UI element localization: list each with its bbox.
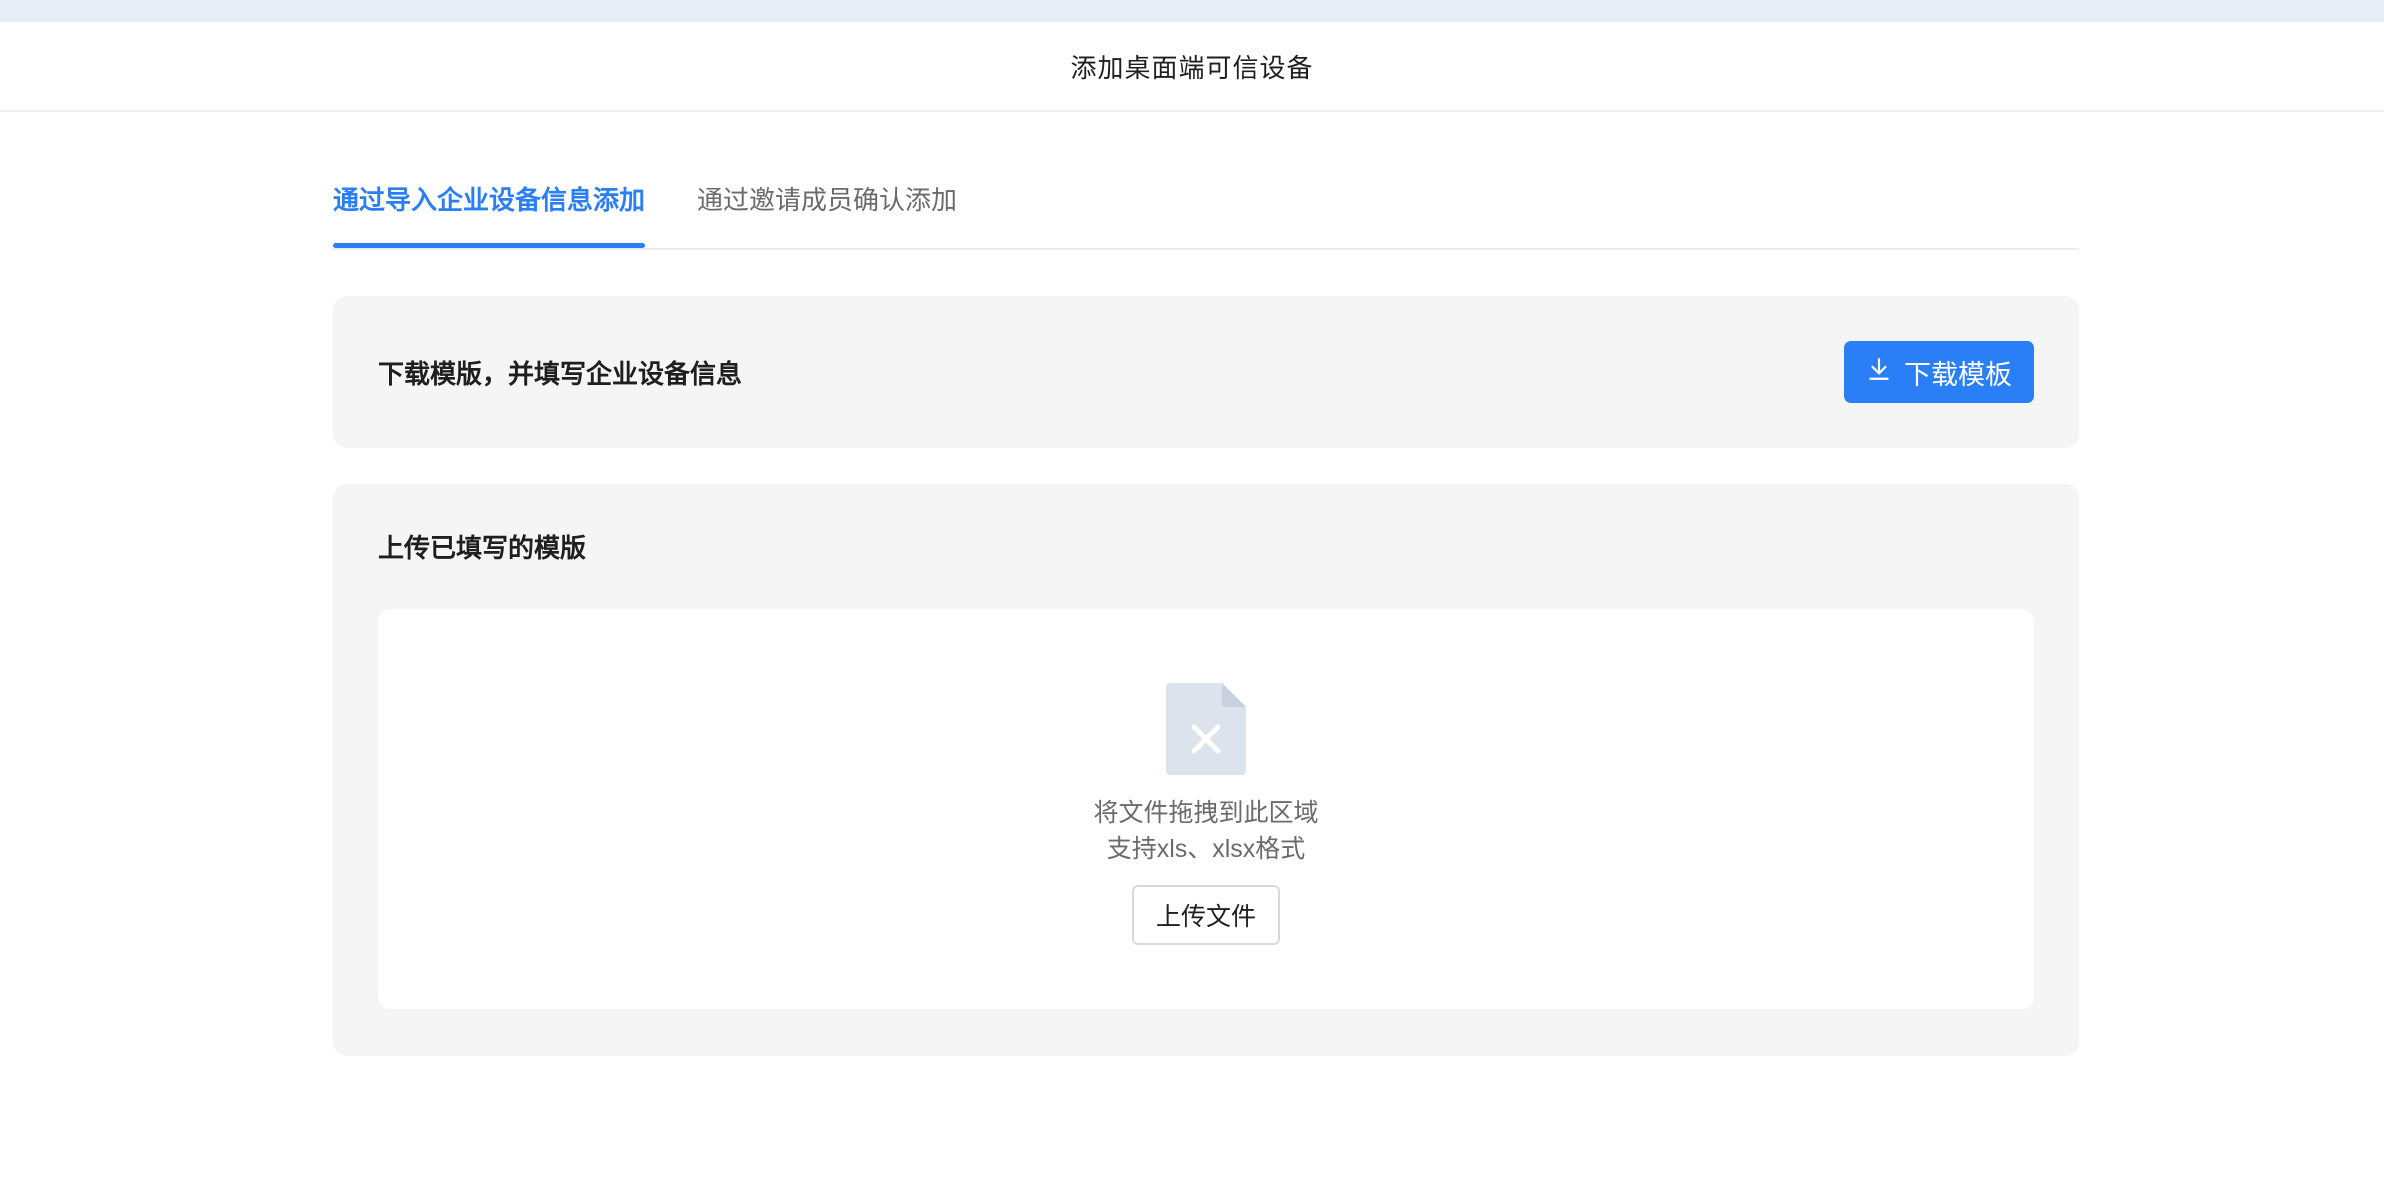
download-template-button[interactable]: 下载模板	[1844, 341, 2034, 403]
upload-template-card: 上传已填写的模版 将文件拖拽到此区域 支持xls、xlsx格式 上传文件	[333, 484, 2079, 1056]
main-content: 通过导入企业设备信息添加 通过邀请成员确认添加 下载模版，并填写企业设备信息 下…	[333, 150, 2079, 1056]
window-top-band	[0, 0, 2384, 22]
dialog-header: 添加桌面端可信设备	[0, 22, 2384, 112]
file-excel-icon	[1166, 683, 1246, 775]
drop-hint-text: 将文件拖拽到此区域	[1093, 799, 1319, 827]
supported-formats-text: 支持xls、xlsx格式	[1106, 835, 1306, 863]
page-title: 添加桌面端可信设备	[1070, 52, 1314, 83]
tab-import-device-info[interactable]: 通过导入企业设备信息添加	[333, 150, 646, 248]
file-drop-zone[interactable]: 将文件拖拽到此区域 支持xls、xlsx格式 上传文件	[378, 609, 2034, 1009]
upload-file-button[interactable]: 上传文件	[1131, 885, 1280, 945]
download-section-title: 下载模版，并填写企业设备信息	[378, 358, 743, 389]
upload-section-title: 上传已填写的模版	[378, 533, 587, 563]
download-template-card: 下载模版，并填写企业设备信息 下载模板	[333, 296, 2079, 448]
download-icon	[1866, 356, 1892, 389]
tab-invite-member-confirm[interactable]: 通过邀请成员确认添加	[697, 150, 957, 246]
download-button-label: 下载模板	[1904, 359, 2012, 390]
tab-bar: 通过导入企业设备信息添加 通过邀请成员确认添加	[333, 150, 2079, 250]
